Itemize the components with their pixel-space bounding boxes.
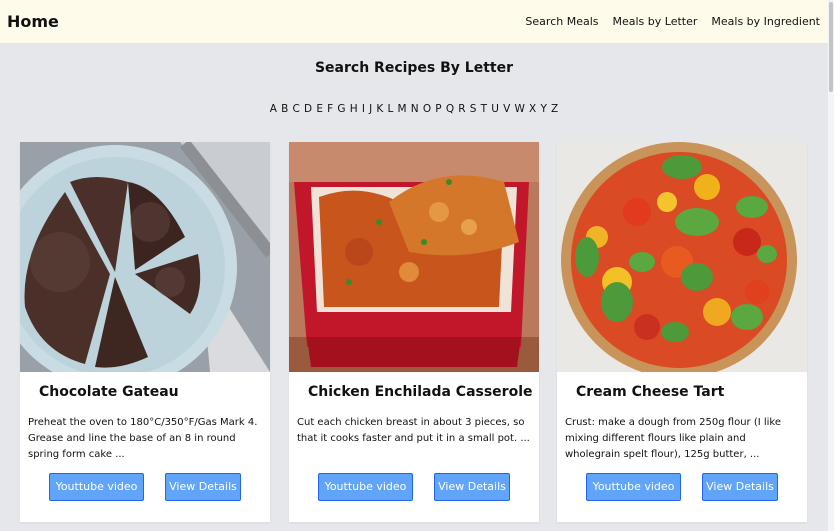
recipe-card: Chocolate Gateau Preheat the oven to 180… (20, 142, 270, 522)
youtube-video-button[interactable]: Youttube video (49, 473, 144, 501)
letter-link-r[interactable]: R (458, 103, 465, 115)
letter-link-k[interactable]: K (376, 103, 383, 115)
letter-link-c[interactable]: C (293, 103, 300, 115)
letter-link-j[interactable]: J (369, 103, 372, 115)
chocolate-cake-image (20, 142, 270, 372)
navbar: Home Search Meals Meals by Letter Meals … (0, 0, 828, 43)
youtube-video-button[interactable]: Youttube video (586, 473, 681, 501)
view-details-button[interactable]: View Details (702, 473, 778, 501)
letter-link-v[interactable]: V (503, 103, 510, 115)
letter-link-h[interactable]: H (350, 103, 358, 115)
letter-link-g[interactable]: G (337, 103, 345, 115)
letter-link-u[interactable]: U (491, 103, 499, 115)
tomato-tart-image (557, 142, 807, 372)
letter-link-e[interactable]: E (316, 103, 323, 115)
enchilada-casserole-image (289, 142, 539, 372)
youtube-video-button[interactable]: Youttube video (318, 473, 413, 501)
card-title: Cream Cheese Tart (576, 384, 725, 400)
letter-link-w[interactable]: W (514, 103, 524, 115)
letter-link-q[interactable]: Q (446, 103, 454, 115)
view-details-button[interactable]: View Details (165, 473, 241, 501)
scrollbar-thumb[interactable] (829, 2, 833, 92)
nav-meals-by-ingredient[interactable]: Meals by Ingredient (711, 15, 820, 28)
letter-link-s[interactable]: S (470, 103, 477, 115)
letter-index: ABCDEFGHIJKLMNOPQRSTUVWXYZ (0, 103, 828, 115)
letter-link-d[interactable]: D (304, 103, 312, 115)
nav-links: Search Meals Meals by Letter Meals by In… (525, 15, 820, 28)
card-description: Cut each chicken breast in about 3 piece… (297, 417, 530, 444)
letter-link-t[interactable]: T (481, 103, 487, 115)
letter-link-m[interactable]: M (398, 103, 407, 115)
letter-link-p[interactable]: P (435, 103, 441, 115)
view-details-button[interactable]: View Details (434, 473, 510, 501)
letter-link-i[interactable]: I (362, 103, 365, 115)
nav-search-meals[interactable]: Search Meals (525, 15, 598, 28)
card-title: Chicken Enchilada Casserole (308, 384, 533, 400)
letter-link-a[interactable]: A (270, 103, 277, 115)
page-title: Search Recipes By Letter (314, 60, 514, 76)
letter-link-x[interactable]: X (529, 103, 536, 115)
letter-link-z[interactable]: Z (551, 103, 558, 115)
letter-link-o[interactable]: O (423, 103, 431, 115)
recipe-card: Cream Cheese Tart Crust: make a dough fr… (557, 142, 807, 522)
card-description: Preheat the oven to 180°C/350°F/Gas Mark… (28, 417, 258, 460)
recipe-card: Chicken Enchilada Casserole Cut each chi… (289, 142, 539, 522)
letter-link-l[interactable]: L (387, 103, 393, 115)
card-description: Crust: make a dough from 250g flour (I l… (565, 417, 782, 460)
letter-link-n[interactable]: N (411, 103, 419, 115)
letter-link-y[interactable]: Y (540, 103, 546, 115)
letter-link-b[interactable]: B (281, 103, 288, 115)
scrollbar[interactable] (828, 0, 834, 531)
letter-link-f[interactable]: F (327, 103, 333, 115)
nav-meals-by-letter[interactable]: Meals by Letter (613, 15, 698, 28)
home-link[interactable]: Home (7, 12, 59, 31)
card-title: Chocolate Gateau (39, 384, 179, 400)
